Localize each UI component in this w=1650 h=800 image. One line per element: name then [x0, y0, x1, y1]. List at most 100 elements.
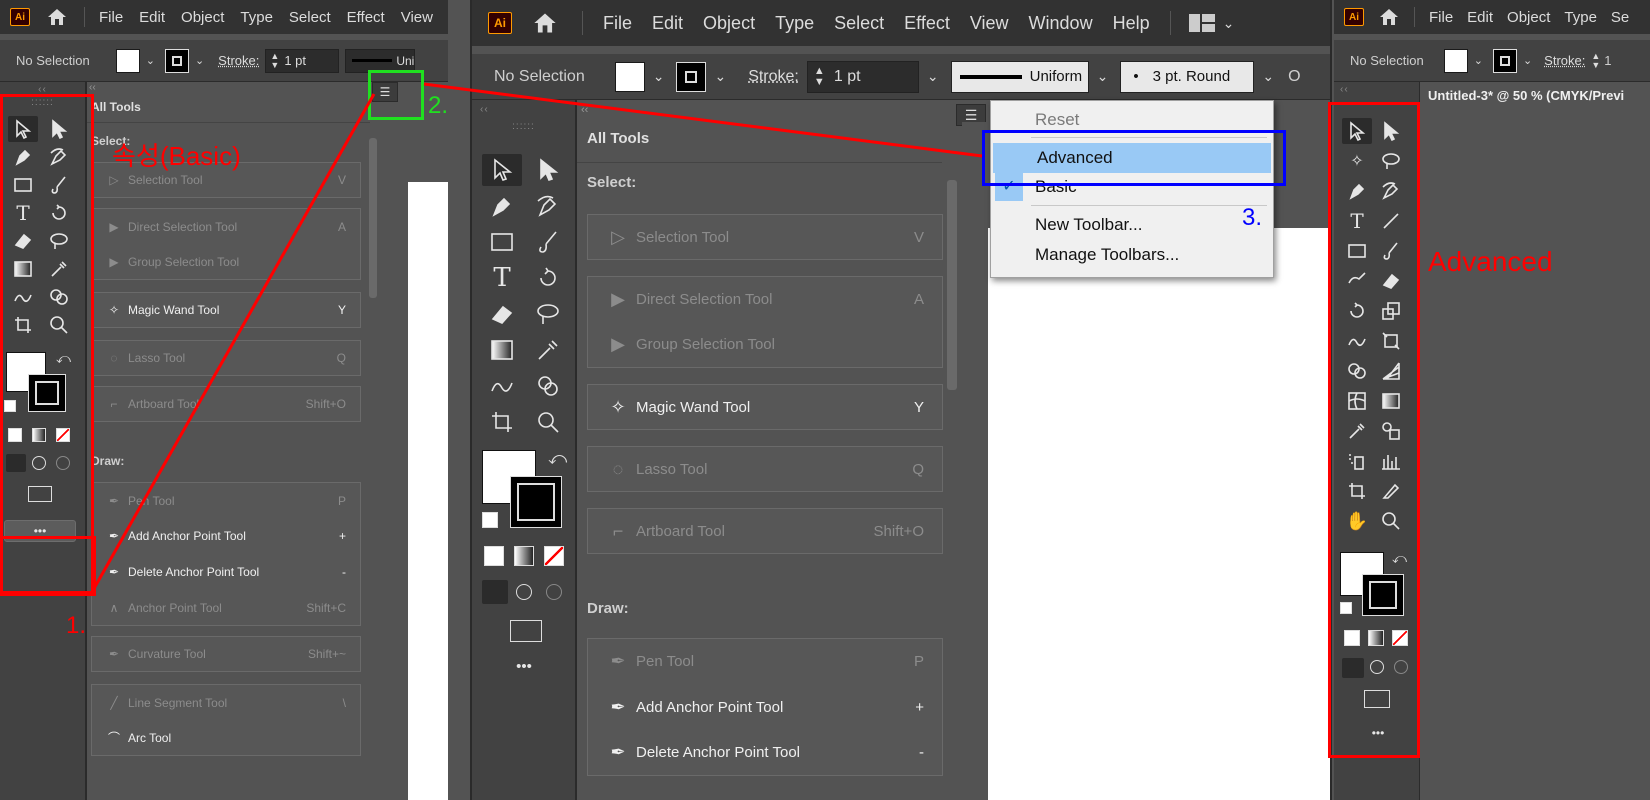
none-mode-icon[interactable] — [544, 546, 564, 566]
shape-builder-tool-icon[interactable] — [528, 370, 568, 402]
stroke-weight-field[interactable]: ▲ ▼ 1 pt — [265, 48, 340, 73]
pen-tool-icon[interactable] — [482, 190, 522, 222]
swap-colors-icon[interactable]: ⤺ — [548, 448, 567, 469]
selection-tool-icon[interactable] — [482, 154, 522, 186]
screen-mode-icon[interactable] — [510, 620, 542, 642]
tool-row[interactable]: ✒ Delete Anchor Point Tool - — [91, 554, 361, 590]
toolbar-handle[interactable]: :::::: — [472, 121, 575, 132]
menu-object[interactable]: Object — [1507, 9, 1550, 26]
rectangle-tool-icon[interactable] — [482, 226, 522, 258]
menu-select[interactable]: Select — [834, 13, 884, 34]
menu-object[interactable]: Object — [181, 9, 224, 26]
color-mode-icon[interactable] — [484, 546, 504, 566]
stroke-profile[interactable]: Uniform — [950, 60, 1089, 93]
tool-row[interactable]: ◌ Lasso Tool Q — [91, 340, 361, 376]
menu-select[interactable]: Se — [1611, 9, 1629, 26]
menu-object[interactable]: Object — [703, 13, 755, 34]
chevron-down-icon[interactable]: ⌄ — [653, 68, 665, 85]
default-colors-icon[interactable] — [482, 512, 498, 528]
tool-row[interactable]: ▶ Direct Selection Tool A — [587, 276, 943, 322]
chevron-down-icon[interactable]: ⌄ — [195, 54, 204, 67]
workspace-switcher-icon[interactable] — [1188, 14, 1215, 32]
stepper-icon[interactable]: ▲ ▼ — [270, 51, 279, 70]
puppet-warp-tool-icon[interactable] — [482, 370, 522, 402]
menu-effect[interactable]: Effect — [904, 13, 950, 34]
menu-effect[interactable]: Effect — [347, 9, 385, 26]
chevron-down-icon[interactable]: ⌄ — [1523, 54, 1532, 67]
tool-row[interactable]: ╱ Line Segment Tool \ — [91, 684, 361, 720]
tool-row[interactable]: ◌ Lasso Tool Q — [587, 446, 943, 492]
rotate-tool-icon[interactable] — [528, 262, 568, 294]
menu-edit[interactable]: Edit — [652, 13, 683, 34]
home-icon[interactable] — [44, 4, 70, 30]
tool-row[interactable]: ✒ Curvature Tool Shift+~ — [91, 636, 361, 672]
menu-file[interactable]: File — [99, 9, 123, 26]
stepper-icon[interactable]: ▲ ▼ — [814, 65, 825, 88]
chevron-down-icon[interactable]: ⌄ — [927, 68, 939, 85]
stepper-icon[interactable]: ▲ ▼ — [1591, 51, 1600, 70]
menu-window[interactable]: Window — [1029, 13, 1093, 34]
document-tab-title[interactable]: Untitled-3* @ 50 % (CMYK/Previ — [1428, 88, 1624, 103]
draw-behind-icon[interactable] — [516, 584, 532, 600]
stroke-swatch[interactable] — [164, 48, 189, 73]
drawer-scrollbar[interactable] — [947, 180, 957, 390]
chevron-down-icon[interactable]: ⌄ — [1223, 15, 1235, 32]
tool-row[interactable]: ▶ Group Selection Tool — [587, 322, 943, 368]
chevron-down-icon[interactable]: ⌄ — [1262, 68, 1274, 85]
menu-file[interactable]: File — [603, 13, 632, 34]
paintbrush-tool-icon[interactable] — [528, 226, 568, 258]
tool-row[interactable]: ✧ Magic Wand Tool Y — [91, 292, 361, 328]
draw-inside-icon[interactable] — [546, 584, 562, 600]
toolbar-grip[interactable]: ‹‹ — [1340, 84, 1419, 95]
drawer-collapse[interactable]: ‹‹ — [581, 104, 588, 116]
menu-edit[interactable]: Edit — [1467, 9, 1493, 26]
tool-row[interactable]: ∧ Anchor Point Tool Shift+C — [91, 590, 361, 626]
menu-item-new-toolbar[interactable]: New Toolbar... — [991, 211, 1273, 239]
menu-edit[interactable]: Edit — [139, 9, 165, 26]
tool-row[interactable]: ✒ Pen Tool P — [91, 482, 361, 518]
curvature-tool-icon[interactable] — [528, 190, 568, 222]
gradient-mode-icon[interactable] — [514, 546, 534, 566]
tool-row[interactable]: ✒ Delete Anchor Point Tool - — [587, 730, 943, 776]
stroke-color-box[interactable] — [510, 476, 562, 528]
home-icon[interactable] — [1376, 4, 1402, 30]
stroke-profile[interactable]: Uni — [345, 48, 416, 73]
draw-normal-icon[interactable] — [482, 580, 508, 604]
tool-row[interactable]: ▶ Direct Selection Tool A — [91, 208, 361, 244]
tool-row[interactable]: ▶ Group Selection Tool — [91, 244, 361, 280]
stroke-weight-field[interactable]: ▲ ▼ 1 pt — [806, 60, 919, 93]
stroke-label[interactable]: Stroke: — [1544, 53, 1585, 68]
chevron-down-icon[interactable]: ⌄ — [146, 54, 155, 67]
artboard-tool-icon[interactable] — [482, 406, 522, 438]
tool-row[interactable]: ⌐ Artboard Tool Shift+O — [91, 386, 361, 422]
menu-file[interactable]: File — [1429, 9, 1453, 26]
tool-row[interactable]: ✧ Magic Wand Tool Y — [587, 384, 943, 430]
tool-row[interactable]: ✒ Pen Tool P — [587, 638, 943, 684]
brush-definition[interactable]: • 3 pt. Round — [1120, 60, 1255, 93]
tool-row[interactable]: ⌒ Arc Tool — [91, 720, 361, 756]
opacity-label[interactable]: O — [1288, 68, 1300, 86]
menu-help[interactable]: Help — [1113, 13, 1150, 34]
home-icon[interactable] — [530, 8, 560, 38]
stroke-label[interactable]: Stroke: — [748, 68, 799, 86]
menu-select[interactable]: Select — [289, 9, 331, 26]
menu-view[interactable]: View — [970, 13, 1009, 34]
stroke-label[interactable]: Stroke: — [218, 53, 259, 68]
menu-item-manage-toolbars[interactable]: Manage Toolbars... — [991, 241, 1273, 269]
menu-type[interactable]: Type — [1564, 9, 1597, 26]
drawer-scrollbar[interactable] — [369, 138, 377, 298]
gradient-tool-icon[interactable] — [482, 334, 522, 366]
fill-swatch[interactable] — [115, 48, 140, 73]
fill-swatch[interactable] — [1443, 48, 1468, 73]
tool-row[interactable]: ✒ Add Anchor Point Tool + — [587, 684, 943, 730]
stroke-swatch[interactable] — [1492, 48, 1517, 73]
toolbar-grip[interactable]: ‹‹ — [480, 104, 575, 115]
eyedropper-tool-icon[interactable] — [528, 334, 568, 366]
menu-type[interactable]: Type — [240, 9, 273, 26]
chevron-down-icon[interactable]: ⌄ — [1474, 54, 1483, 67]
drawer-collapse[interactable]: ‹‹ — [89, 82, 96, 93]
tool-row[interactable]: ⌐ Artboard Tool Shift+O — [587, 508, 943, 554]
zoom-tool-icon[interactable] — [528, 406, 568, 438]
chevron-down-icon[interactable]: ⌄ — [714, 68, 726, 85]
eraser-tool-icon[interactable] — [482, 298, 522, 330]
